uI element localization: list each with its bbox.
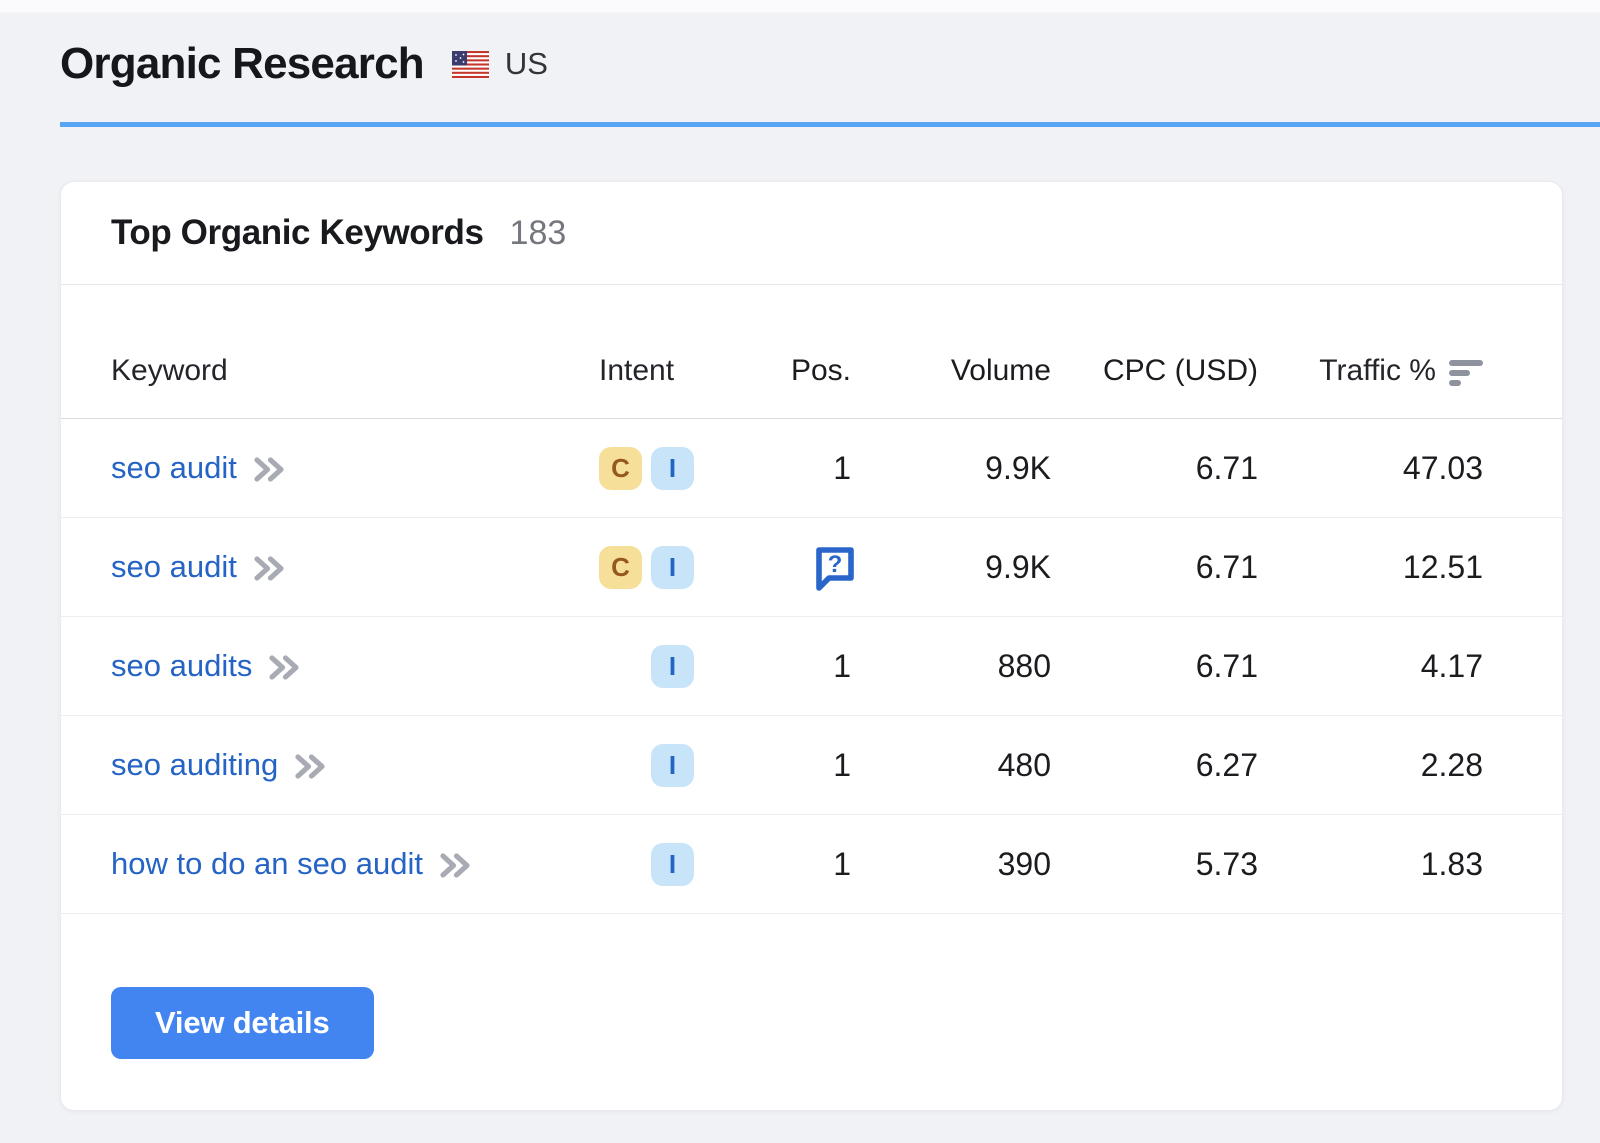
card-header: Top Organic Keywords 183 bbox=[61, 182, 1562, 285]
top-organic-keywords-card: Top Organic Keywords 183 Keyword Intent … bbox=[60, 181, 1563, 1111]
keyword-link[interactable]: seo auditing bbox=[111, 747, 278, 783]
keyword-link[interactable]: seo audits bbox=[111, 648, 252, 684]
column-header-volume[interactable]: Volume bbox=[851, 354, 1051, 388]
volume-value: 390 bbox=[851, 846, 1051, 883]
intent-badge-informational[interactable]: I bbox=[651, 843, 694, 886]
traffic-value: 4.17 bbox=[1258, 648, 1483, 685]
region-label: US bbox=[505, 46, 548, 82]
cpc-value: 5.73 bbox=[1051, 846, 1258, 883]
table-row: seo audit C I ? 9.9K 6.71 12.51 bbox=[61, 518, 1562, 617]
sort-descending-icon[interactable] bbox=[1449, 360, 1483, 386]
page-title: Organic Research bbox=[60, 38, 424, 90]
intent-badge-spacer bbox=[599, 645, 642, 688]
intent-badge-informational[interactable]: I bbox=[651, 546, 694, 589]
table-row: how to do an seo audit I 1 390 5.73 1.83 bbox=[61, 815, 1562, 914]
keyword-link[interactable]: seo audit bbox=[111, 549, 237, 585]
double-chevron-icon[interactable] bbox=[295, 754, 326, 779]
position-value: 1 bbox=[766, 846, 851, 883]
cpc-value: 6.71 bbox=[1051, 450, 1258, 487]
page-header: Organic Research US bbox=[0, 0, 1600, 90]
column-header-cpc[interactable]: CPC (USD) bbox=[1051, 354, 1258, 388]
cpc-value: 6.71 bbox=[1051, 648, 1258, 685]
intent-badge-informational[interactable]: I bbox=[651, 447, 694, 490]
keyword-link[interactable]: how to do an seo audit bbox=[111, 846, 423, 882]
header-accent-divider bbox=[60, 122, 1600, 127]
table-header-row: Keyword Intent Pos. Volume CPC (USD) Tra… bbox=[61, 285, 1562, 419]
volume-value: 880 bbox=[851, 648, 1051, 685]
keyword-link[interactable]: seo audit bbox=[111, 450, 237, 486]
double-chevron-icon[interactable] bbox=[440, 853, 471, 878]
cpc-value: 6.71 bbox=[1051, 549, 1258, 586]
intent-badge-informational[interactable]: I bbox=[651, 645, 694, 688]
column-header-traffic[interactable]: Traffic % bbox=[1258, 354, 1483, 388]
column-header-intent: Intent bbox=[596, 354, 766, 388]
intent-badge-commercial[interactable]: C bbox=[599, 546, 642, 589]
intent-badge-informational[interactable]: I bbox=[651, 744, 694, 787]
volume-value: 9.9K bbox=[851, 549, 1051, 586]
position-value: 1 bbox=[766, 450, 851, 487]
column-header-traffic-label: Traffic % bbox=[1319, 354, 1436, 388]
volume-value: 480 bbox=[851, 747, 1051, 784]
intent-badge-commercial[interactable]: C bbox=[599, 447, 642, 490]
intent-badge-spacer bbox=[599, 744, 642, 787]
us-flag-icon bbox=[452, 51, 489, 78]
double-chevron-icon[interactable] bbox=[269, 655, 300, 680]
volume-value: 9.9K bbox=[851, 450, 1051, 487]
traffic-value: 12.51 bbox=[1258, 549, 1483, 586]
table-row: seo audits I 1 880 6.71 4.17 bbox=[61, 617, 1562, 716]
svg-text:?: ? bbox=[828, 551, 843, 578]
column-header-pos[interactable]: Pos. bbox=[766, 354, 851, 388]
card-footer: View details bbox=[61, 914, 1562, 1110]
double-chevron-icon[interactable] bbox=[254, 457, 285, 482]
card-title: Top Organic Keywords bbox=[111, 213, 484, 253]
keywords-count: 183 bbox=[510, 214, 567, 253]
traffic-value: 2.28 bbox=[1258, 747, 1483, 784]
position-value: 1 bbox=[766, 648, 851, 685]
traffic-value: 47.03 bbox=[1258, 450, 1483, 487]
view-details-button[interactable]: View details bbox=[111, 987, 374, 1059]
traffic-value: 1.83 bbox=[1258, 846, 1483, 883]
table-row: seo auditing I 1 480 6.27 2.28 bbox=[61, 716, 1562, 815]
intent-badge-spacer bbox=[599, 843, 642, 886]
table-row: seo audit C I 1 9.9K 6.71 47.03 bbox=[61, 419, 1562, 518]
double-chevron-icon[interactable] bbox=[254, 556, 285, 581]
column-header-keyword: Keyword bbox=[61, 354, 596, 388]
position-value: 1 bbox=[766, 747, 851, 784]
cpc-value: 6.27 bbox=[1051, 747, 1258, 784]
